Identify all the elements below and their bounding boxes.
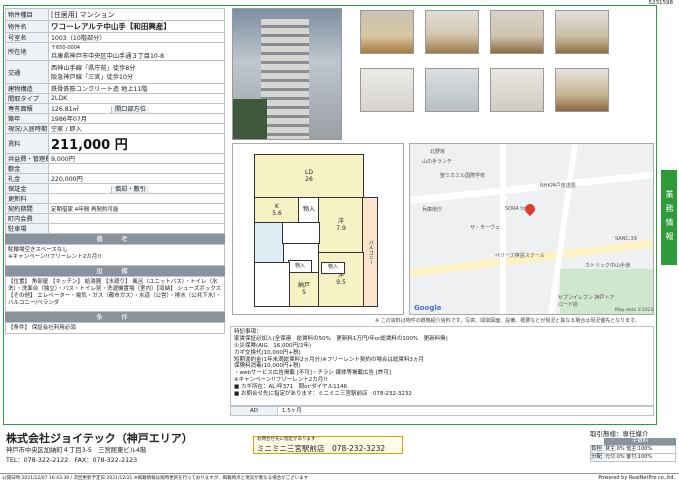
spec-panel: 物件種目 [住居用] マンション 物件名 ワコーレアルテ中山手【和田興産】 号室名 1… [5,8,225,334]
map-pin-icon[interactable] [522,201,538,217]
special-notes: 特記事項： 家賃保証必加入(全保連 総賃料の50% 更新料1万円/年or総賃料の… [230,326,654,406]
spec-row-parking: 駐車場 [5,223,225,234]
remarks-header: 備 考 [5,234,225,244]
spec-row-room: 号室名 1003（10階部分） [5,32,225,43]
spec-row-type: 物件種目 [住居用] マンション [5,8,225,21]
room-kitchen: K 5.6 [254,197,300,224]
building-photo [232,8,342,140]
interior-photo-6 [425,68,479,112]
map-badge: Google [414,304,442,312]
ad-row: AD 1.5ヶ月 [230,406,654,416]
spec-row-area: 専有面積 126.81㎡ 開口部方位 [5,103,225,114]
spec-row-renew: 更新料 [5,193,225,204]
company-address: 神戸市中央区加納町４丁目3-5 三宮館東ビル4階 [6,447,147,454]
spec-row-layout: 間取タイプ 2LDK [5,93,225,104]
spec-row-contract: 契約期間 定期借家 4年間 再契約可能 [5,203,225,214]
contact-box: お問合せ先に指定があります ミニミニ三宮駅前店 078-232-3232 [253,436,403,454]
spec-row-key: 礼金 220,000円 [5,173,225,184]
interior-photo-3 [490,10,544,54]
spec-row-built: 築年 1986年07月 [5,113,225,124]
interior-photo-8 [555,68,609,112]
interior-photo-7 [490,68,544,112]
entrance [254,262,290,307]
spec-table: 物件種目 [住居用] マンション 物件名 ワコーレアルテ中山手【和田興産】 号室名 1… [5,8,225,234]
equipment-body: 【位置】 角部屋 【キッチン】 給湯器 【水廻り】 風呂（ユニットバス）・トイレ… [5,276,225,312]
rent-value: 211,000 円 [48,133,225,154]
footer: 公開日時:2021/12/07 16:43:39 / 次回更新予定日:2021/… [0,473,679,482]
interior-photo-1 [360,10,414,54]
spec-row-traffic: 交通 西神山手線「県庁前」徒歩8分 阪急神戸線「三宮」徒歩10分 [5,60,225,84]
room-western-1: 洋 7.9 [318,197,364,254]
spec-row-address: 所在地 〒650-0004 兵庫県神戸市中央区中山手通３丁目10-8 [5,42,225,61]
hallway [282,222,320,244]
interior-photo-5 [360,68,414,112]
area-map[interactable]: 北野坂 山の手ランチ 聖ミカエル国際学校 NHK神戸放送局 SORA to ザ・… [409,143,654,315]
spec-row-town: 町内会費 [5,213,225,224]
spec-row-common: 共益費・管理費 9,000円 [5,153,225,164]
room-storage-3: 物入 [321,262,345,274]
spec-row-guarantee: 保証金 償却・敷引 [5,183,225,194]
room-closet: 納戸 5 [288,272,320,307]
disclaimer-note: ※ この資料は物件の概略紹介資料です。写真、間取図面、設備、概要などが現況と異な… [375,318,640,324]
conditions-body: 【条件】 保証会社利用必須 [5,322,225,334]
spec-row-status: 現況/入居時期 空家 / 即入 [5,123,225,134]
interior-photo-4 [555,10,609,54]
conditions-header: 条 件 [5,312,225,322]
interior-photo-2 [425,10,479,54]
company-name: 株式会社ジョイテック（神戸エリア） [6,432,193,445]
room-western-2: 洋 9.5 [318,252,364,307]
fee-table: 取引態様：専任媒介 手数料 負担 貸主:0% 借主:100% 分配 元付:0% 客付… [590,428,676,462]
balcony: バルコニー [362,197,378,307]
spec-row-structure: 建物構造 鉄骨鉄筋コンクリート造 地上11階 [5,83,225,94]
side-tab[interactable]: 業務情報 [661,170,677,265]
floor-plan: LD 26 K 5.6 物入 洋 7.9 バルコニー 物入 納戸 5 洋 9.5 物入 [232,143,404,315]
room-ld: LD 26 [254,154,364,199]
company-tel: TEL：078-322-2122 FAX：078-322-2123 [6,457,138,464]
room-storage-1: 物入 [298,197,320,224]
remarks-body: 駐輪場空きスペースなし ※キャンペーン!!フリーレント2カ月!! [5,244,225,266]
spec-row-name: 物件名 ワコーレアルテ中山手【和田興産】 [5,20,225,33]
spec-row-deposit: 敷金 [5,163,225,174]
room-bath [254,222,284,264]
spec-row-rent: 賃料 211,000 円 [5,133,225,154]
equipment-header: 設 備 [5,266,225,276]
